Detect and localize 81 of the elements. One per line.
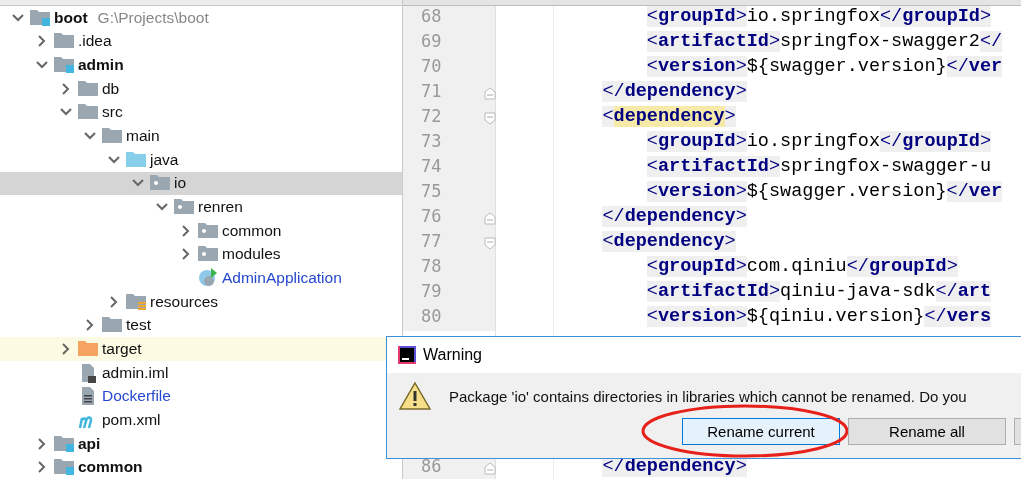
tree-row[interactable]: admin <box>0 53 402 77</box>
tree-row[interactable]: io <box>0 171 402 196</box>
fold-start-icon[interactable] <box>484 237 496 250</box>
tree-row[interactable]: resources <box>0 289 402 314</box>
line-number: 79 <box>421 281 442 301</box>
code-line: <version>${swagger.version}</ver <box>645 56 1004 79</box>
tree-row[interactable]: AdminApplication <box>0 266 402 290</box>
item-name: db <box>102 79 120 98</box>
item-name: admin <box>78 56 124 75</box>
item-name: api <box>78 434 101 453</box>
package-icon <box>198 220 218 241</box>
item-name: AdminApplication <box>222 269 342 288</box>
line-number: 70 <box>421 56 442 76</box>
item-name: .idea <box>78 32 112 51</box>
item-name: admin.iml <box>102 363 169 382</box>
tree-row[interactable]: common <box>0 218 402 243</box>
line-number: 75 <box>421 181 442 201</box>
item-name: test <box>126 316 151 335</box>
folder-icon <box>78 339 98 359</box>
item-name: common <box>78 458 143 477</box>
line-number: 86 <box>421 456 442 476</box>
line-number: 78 <box>421 256 442 276</box>
module-folder-icon <box>30 7 50 28</box>
item-name: src <box>102 103 123 122</box>
item-name: common <box>222 221 282 240</box>
module-folder-icon <box>54 433 74 454</box>
item-name: io <box>174 174 187 193</box>
item-name: pom.xml <box>102 411 161 429</box>
line-number: 71 <box>421 81 442 101</box>
module-folder-icon <box>54 457 74 478</box>
item-name: resources <box>150 292 219 311</box>
item-name: target <box>102 340 142 358</box>
tree-row[interactable]: pom.xml <box>0 408 402 432</box>
code-line: <groupId>io.springfox</groupId> <box>645 6 993 29</box>
tree-row[interactable]: common <box>0 455 402 479</box>
tree-row[interactable]: Dockerfile <box>0 384 402 409</box>
code-line: <version>${swagger.version}</ver <box>645 181 1004 204</box>
tree-row[interactable]: main <box>0 124 402 148</box>
folder-icon <box>78 78 98 99</box>
warning-icon <box>399 381 431 411</box>
code-line: <artifactId>springfox-swagger2</ <box>645 31 1004 54</box>
item-name: java <box>150 150 179 169</box>
folder-icon <box>126 149 146 170</box>
item-name: boot <box>54 8 88 27</box>
code-line: <groupId>io.springfox</groupId> <box>645 131 993 154</box>
tree-row[interactable]: src <box>0 100 402 125</box>
code-line: <artifactId>springfox-swagger-u <box>645 156 992 179</box>
tree-row[interactable]: api <box>0 431 402 456</box>
class-icon <box>198 268 218 289</box>
line-number: 68 <box>421 6 442 26</box>
dialog-title: Warning <box>423 346 482 364</box>
resources-folder-icon <box>126 291 146 312</box>
project-path: G:\Projects\boot <box>97 8 209 27</box>
tree-row[interactable]: modules <box>0 242 402 267</box>
code-line: <groupId>com.qiniu</groupId> <box>645 256 959 279</box>
tree-row[interactable]: renren <box>0 195 402 219</box>
tree-row[interactable]: boot G:\Projects\boot <box>0 6 402 30</box>
tree-row[interactable]: admin.iml <box>0 360 402 385</box>
tree-row[interactable]: java <box>0 147 402 172</box>
item-name: main <box>126 127 160 146</box>
item-name: modules <box>222 245 281 264</box>
line-number: 76 <box>421 206 442 226</box>
tree-row[interactable]: .idea <box>0 29 402 54</box>
line-number: 74 <box>421 156 442 176</box>
dialog-button[interactable]: Rename all <box>848 418 1006 445</box>
line-number: 72 <box>421 106 442 126</box>
tree-row[interactable]: db <box>0 76 402 101</box>
code-line: <version>${qiniu.version}</vers <box>645 306 993 329</box>
dialog-button[interactable]: Rename current <box>682 418 840 445</box>
app-logo-icon <box>397 345 417 365</box>
warning-message: Package 'io' contains directories in libraries which cannot be renamed. Do you <box>449 387 967 405</box>
line-number: 69 <box>421 31 442 51</box>
code-line: <artifactId>qiniu-java-sdk</art <box>645 281 993 304</box>
line-number: 77 <box>421 231 442 251</box>
fold-start-icon[interactable] <box>484 112 496 125</box>
line-number: 80 <box>421 306 442 326</box>
line-number: 73 <box>421 131 442 151</box>
item-name: Dockerfile <box>102 387 171 406</box>
module-folder-icon <box>54 55 74 76</box>
item-name: renren <box>198 198 243 217</box>
tree-row[interactable]: test <box>0 313 402 338</box>
